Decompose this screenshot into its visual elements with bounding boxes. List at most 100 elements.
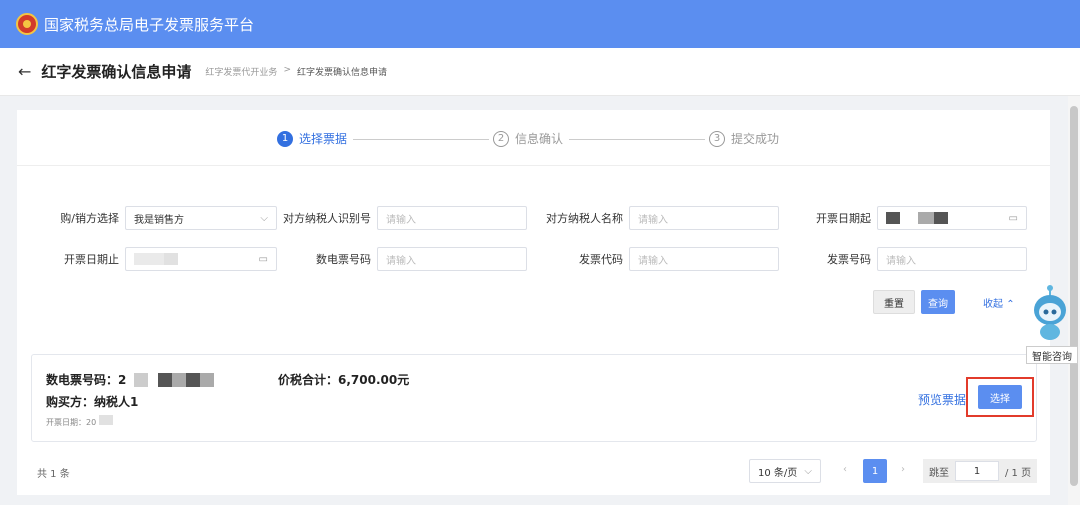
- buyer-value: 纳税人1: [94, 395, 139, 409]
- filter-date-start: 开票日期起 ▭: [807, 206, 1027, 230]
- invoice-result-item: 数电票号码： 2 价税合计：6,700.00元 购买方：纳税人1 开票日期：20…: [31, 354, 1037, 442]
- total-value: 6,700.00元: [338, 373, 410, 387]
- chevron-up-icon: ⌃: [1006, 299, 1015, 310]
- redacted-block: [172, 372, 187, 387]
- buyer-seller-label: 购/销方选择: [60, 212, 119, 225]
- step-label: 提交成功: [731, 132, 780, 146]
- query-button[interactable]: 查询: [921, 290, 955, 314]
- filter-date-end: 开票日期止 ▭: [47, 247, 277, 271]
- jump-label: 跳至: [929, 467, 949, 479]
- buyer-seller-select[interactable]: 我是销售方 ⌵: [125, 206, 277, 230]
- counterparty-name-input[interactable]: 请输入: [629, 206, 779, 230]
- date-start-input[interactable]: ▭: [877, 206, 1027, 230]
- page-size-value: 10 条/页: [758, 467, 798, 479]
- step-indicator: 1 选择票据 2 信息确认 3 提交成功: [17, 110, 1050, 166]
- counterparty-id-label: 对方纳税人识别号: [283, 212, 371, 225]
- redacted-block: [918, 212, 934, 224]
- placeholder-text: 请输入: [886, 255, 916, 267]
- filter-invoice-no: 发票号码 请输入: [807, 247, 1027, 271]
- step-submit-success: 3 提交成功: [709, 130, 779, 147]
- redacted-block: [164, 253, 178, 265]
- assistant-label: 智能咨询: [1026, 346, 1078, 364]
- e-invoice-no-input[interactable]: 请输入: [377, 247, 527, 271]
- calendar-icon[interactable]: ▭: [1009, 213, 1018, 224]
- select-highlight-box: 选择: [966, 377, 1034, 417]
- filter-invoice-code: 发票代码 请输入: [539, 247, 779, 271]
- placeholder-text: 请输入: [386, 255, 416, 267]
- calendar-icon[interactable]: ▭: [259, 254, 268, 265]
- counterparty-name-label: 对方纳税人名称: [546, 212, 623, 225]
- page-header: ← 红字发票确认信息申请 红字发票代开业务 > 红字发票确认信息申请: [0, 48, 1080, 96]
- step-label: 信息确认: [515, 132, 564, 146]
- page-number-current[interactable]: 1: [863, 459, 887, 483]
- page-title: 红字发票确认信息申请: [41, 63, 192, 81]
- step-number: 3: [709, 130, 725, 147]
- buyer-seller-value: 我是销售方: [134, 214, 184, 226]
- invoice-code-label: 发票代码: [579, 253, 623, 266]
- e-invoice-no-label: 数电票号码：: [46, 373, 119, 387]
- step-label: 选择票据: [299, 132, 348, 146]
- chevron-down-icon: ⌵: [260, 212, 268, 224]
- select-button[interactable]: 选择: [978, 385, 1022, 409]
- e-invoice-no-row: 数电票号码： 2: [46, 371, 215, 388]
- redacted-block: [934, 212, 948, 224]
- redacted-block: [186, 372, 201, 387]
- date-partial: 20: [86, 418, 97, 427]
- date-end-input[interactable]: ▭: [125, 247, 277, 271]
- step-select-invoice: 1 选择票据: [277, 130, 347, 147]
- page-size-select[interactable]: 10 条/页 ⌵: [749, 459, 821, 483]
- redacted-block: [200, 372, 215, 387]
- invoice-no-label: 发票号码: [827, 253, 871, 266]
- smart-assistant-widget[interactable]: 智能咨询: [1026, 282, 1078, 366]
- buyer-row: 购买方：纳税人1: [46, 393, 138, 410]
- total-amount: 价税合计：6,700.00元: [278, 371, 409, 388]
- next-page-icon[interactable]: ›: [901, 464, 905, 475]
- buyer-label: 购买方：: [46, 395, 95, 409]
- step-number: 2: [493, 130, 509, 147]
- jump-input[interactable]: 1: [955, 461, 999, 481]
- redacted-block: [98, 415, 113, 425]
- step-connector: [353, 139, 489, 140]
- reset-button[interactable]: 重置: [873, 290, 915, 314]
- redacted-block: [886, 212, 900, 224]
- counterparty-id-input[interactable]: 请输入: [377, 206, 527, 230]
- step-number: 1: [277, 130, 293, 147]
- invoice-code-input[interactable]: 请输入: [629, 247, 779, 271]
- pagination: 共 1 条 10 条/页 ⌵ ‹ 1 › 跳至 1 / 1 页: [17, 456, 1050, 486]
- redacted-block: [158, 372, 173, 387]
- redacted-block: [134, 253, 164, 265]
- invoice-date-row: 开票日期：20: [46, 415, 113, 428]
- placeholder-text: 请输入: [638, 214, 668, 226]
- redacted-block: [134, 372, 149, 387]
- breadcrumb-item-parent[interactable]: 红字发票代开业务: [205, 65, 277, 78]
- breadcrumb: 红字发票代开业务 > 红字发票确认信息申请: [205, 65, 387, 78]
- tax-emblem-icon: [16, 13, 38, 35]
- placeholder-text: 请输入: [386, 214, 416, 226]
- top-bar: 国家税务总局电子发票服务平台: [0, 0, 1080, 48]
- date-start-label: 开票日期起: [816, 212, 871, 225]
- preview-invoice-link[interactable]: 预览票据: [918, 391, 966, 408]
- filter-buyer-seller: 购/销方选择 我是销售方 ⌵: [47, 206, 277, 230]
- total-label: 价税合计：: [278, 373, 339, 387]
- prev-page-icon[interactable]: ‹: [843, 464, 847, 475]
- robot-assistant-icon[interactable]: [1030, 282, 1070, 342]
- invoice-no-input[interactable]: 请输入: [877, 247, 1027, 271]
- e-invoice-no-partial: 2: [118, 372, 127, 387]
- placeholder-text: 请输入: [638, 255, 668, 267]
- page-jump: 跳至 1 / 1 页: [923, 459, 1038, 483]
- total-count: 共 1 条: [37, 469, 70, 480]
- breadcrumb-separator: >: [283, 65, 291, 75]
- date-label: 开票日期：: [46, 418, 86, 427]
- main-card: 1 选择票据 2 信息确认 3 提交成功 购/销方选择 我是销售方 ⌵ 对方纳税…: [17, 110, 1050, 495]
- date-end-label: 开票日期止: [64, 253, 119, 266]
- e-invoice-no-label: 数电票号码: [316, 253, 371, 266]
- filter-counterparty-name: 对方纳税人名称 请输入: [539, 206, 779, 230]
- back-arrow-icon[interactable]: ←: [18, 62, 31, 81]
- platform-title: 国家税务总局电子发票服务平台: [44, 15, 255, 34]
- step-confirm-info: 2 信息确认: [493, 130, 563, 147]
- breadcrumb-item-current: 红字发票确认信息申请: [296, 68, 387, 78]
- step-connector: [569, 139, 705, 140]
- page-total: / 1 页: [1005, 467, 1032, 479]
- chevron-down-icon: ⌵: [804, 465, 812, 477]
- collapse-toggle[interactable]: 收起 ⌃: [983, 295, 1015, 310]
